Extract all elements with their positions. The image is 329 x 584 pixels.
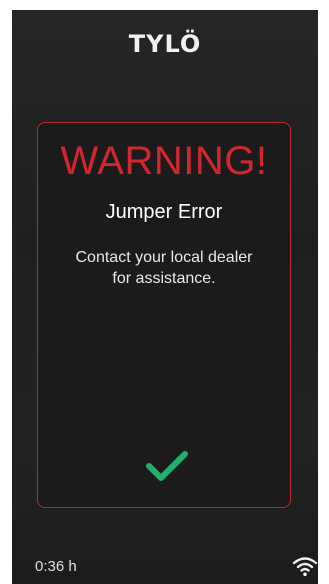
warning-title: WARNING! (60, 139, 268, 183)
error-title: Jumper Error (105, 201, 223, 223)
confirm-button[interactable] (140, 443, 194, 489)
wifi-icon (292, 557, 318, 577)
error-message-line: Contact your local dealer (75, 249, 253, 266)
error-message-line: for assistance. (112, 270, 216, 287)
brand-logo: TYLÖ (128, 30, 202, 58)
device-screen: TYLÖ WARNING! Jumper Error Contact your … (12, 10, 318, 584)
error-message: Contact your local dealer for assistance… (54, 247, 274, 289)
status-time: 0:36 h (35, 558, 77, 575)
warning-dialog: WARNING! Jumper Error Contact your local… (37, 122, 291, 508)
checkmark-icon (146, 451, 188, 481)
